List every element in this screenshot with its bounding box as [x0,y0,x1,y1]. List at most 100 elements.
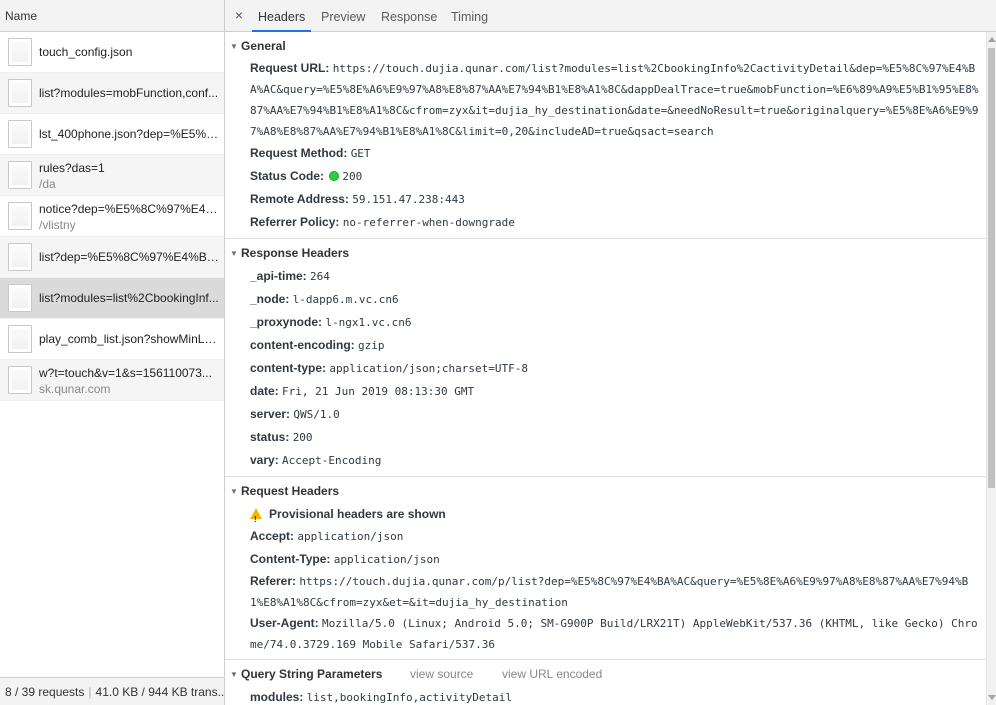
request-name: lst_400phone.json?dep=%E5%8... [39,127,219,141]
tab-timing[interactable]: Timing [451,0,488,32]
header-value: gzip [358,339,385,352]
query-params-section: ▼ Query String Parameters view source vie… [225,660,986,705]
header-value: l-dapp6.m.vc.cn6 [292,293,399,306]
detail-tabbar: × Headers Preview Response Timing [225,0,996,32]
response-headers-toggle[interactable]: ▼ Response Headers [225,239,986,265]
warning-text: Provisional headers are shown [269,507,446,521]
header-value: l-ngx1.vc.cn6 [325,316,412,329]
request-item-selected[interactable]: list?modules=list%2CbookingInf... [0,278,224,319]
header-value: GET [350,147,371,160]
section-title: Query String Parameters [241,667,383,681]
request-headers-toggle[interactable]: ▼ Request Headers [225,477,986,503]
file-icon [8,202,32,230]
scroll-up-arrow-icon[interactable] [988,37,996,42]
response-header-row: status: 200 [225,426,986,449]
name-column-header[interactable]: Name [0,0,224,32]
warning-icon [250,508,262,531]
response-header-row: vary: Accept-Encoding [225,449,986,472]
request-headers-section: ▼Request Headers Provisional headers are… [225,477,986,660]
expand-triangle-icon: ▼ [230,249,238,258]
request-header-row: Content-Type: application/json [225,548,986,571]
request-item[interactable]: play_comb_list.json?showMinLin... [0,319,224,360]
provisional-warning: Provisional headers are shown [225,503,986,531]
expand-triangle-icon: ▼ [230,487,238,496]
request-domain: sk.qunar.com [39,382,111,396]
network-summary-bar: 8 / 39 requests | 41.0 KB / 944 KB trans..… [0,677,224,705]
request-domain: /da [39,177,56,191]
header-value: no-referrer-when-downgrade [342,216,515,229]
tab-response[interactable]: Response [381,0,437,32]
request-item[interactable]: list?modules=mobFunction,conf... [0,73,224,114]
request-item[interactable]: lst_400phone.json?dep=%E5%8... [0,114,224,155]
close-icon[interactable]: × [232,8,246,22]
request-item[interactable]: notice?dep=%E5%8C%97%E4%... /vlistny [0,196,224,237]
status-code-row: Status Code: 200 [225,165,986,188]
request-header-row: Referer: https://touch.dujia.qunar.com/p… [225,571,986,613]
request-name: notice?dep=%E5%8C%97%E4%... [39,202,219,216]
status-ok-icon [329,171,340,181]
header-value: application/json [333,553,440,566]
scroll-down-arrow-icon[interactable] [988,695,996,700]
request-header-row: User-Agent: Mozilla/5.0 (Linux; Android … [225,613,986,655]
file-icon [8,161,32,189]
transfer-size: 41.0 KB / 944 KB trans... [95,685,224,699]
request-name: list?modules=mobFunction,conf... [39,86,219,100]
response-headers-section: ▼ Response Headers _api-time: 264 _node: … [225,239,986,477]
header-key: status: [250,430,290,444]
header-key: Referer: [250,574,297,588]
header-value: https://touch.dujia.qunar.com/list?modul… [250,62,979,138]
request-item[interactable]: w?t=touch&v=1&s=156110073... sk.qunar.co… [0,360,224,401]
remote-address-row: Remote Address: 59.151.47.238:443 [225,188,986,211]
expand-triangle-icon: ▼ [230,670,238,679]
header-key: Remote Address: [250,192,349,206]
query-params-toggle[interactable]: ▼ Query String Parameters view source vie… [225,660,986,686]
request-list-panel: Name touch_config.json list?modules=mobF… [0,0,225,705]
referrer-policy-row: Referrer Policy: no-referrer-when-downgr… [225,211,986,234]
expand-triangle-icon: ▼ [230,42,238,51]
header-value: QWS/1.0 [293,408,340,421]
header-key: _node: [250,292,290,306]
header-key: Request Method: [250,146,348,160]
header-key: content-encoding: [250,338,355,352]
tab-headers[interactable]: Headers [252,0,312,32]
request-name: list?dep=%E5%8C%97%E4%BA... [39,250,219,264]
request-method-row: Request Method: GET [225,142,986,165]
header-value: 59.151.47.238:443 [352,193,465,206]
request-header-row: Accept: application/json [225,525,986,548]
header-key: Content-Type: [250,552,331,566]
view-url-encoded-link[interactable]: view URL encoded [502,660,602,688]
request-name: w?t=touch&v=1&s=156110073... [39,366,212,380]
view-source-link[interactable]: view source [410,660,473,688]
header-key: content-type: [250,361,326,375]
general-section-toggle[interactable]: ▼ General [225,32,986,58]
header-key: Status Code: [250,169,325,183]
section-title: Response Headers [241,246,350,260]
vertical-scrollbar[interactable] [986,32,996,705]
request-list: touch_config.json list?modules=mobFuncti… [0,32,224,401]
tab-preview[interactable]: Preview [321,0,365,32]
request-item[interactable]: rules?das=1 /da [0,155,224,196]
header-key: Accept: [250,529,295,543]
section-title: Request Headers [241,484,340,498]
scrollbar-thumb[interactable] [988,48,995,488]
response-header-row: _api-time: 264 [225,265,986,288]
general-section: ▼ General Request URL: https://touch.duji… [225,32,986,239]
header-value: https://touch.dujia.qunar.com/p/list?dep… [250,575,969,609]
header-key: _proxynode: [250,315,323,329]
file-icon [8,284,32,312]
response-header-row: date: Fri, 21 Jun 2019 08:13:30 GMT [225,380,986,403]
header-key: Request URL: [250,61,330,75]
status-separator: | [88,685,92,699]
file-icon [8,120,32,148]
header-value: application/json [297,530,404,543]
request-url-row: Request URL: https://touch.dujia.qunar.c… [225,58,986,142]
header-value: 200 [292,431,313,444]
header-value: application/json;charset=UTF-8 [329,362,529,375]
request-name: list?modules=list%2CbookingInf... [39,291,219,305]
response-header-row: _proxynode: l-ngx1.vc.cn6 [225,311,986,334]
request-detail-panel: × Headers Preview Response Timing ▼ Gener… [225,0,996,705]
request-item[interactable]: list?dep=%E5%8C%97%E4%BA... [0,237,224,278]
request-item[interactable]: touch_config.json [0,32,224,73]
file-icon [8,325,32,353]
query-param-row: modules: list,bookingInfo,activityDetail [225,686,986,705]
